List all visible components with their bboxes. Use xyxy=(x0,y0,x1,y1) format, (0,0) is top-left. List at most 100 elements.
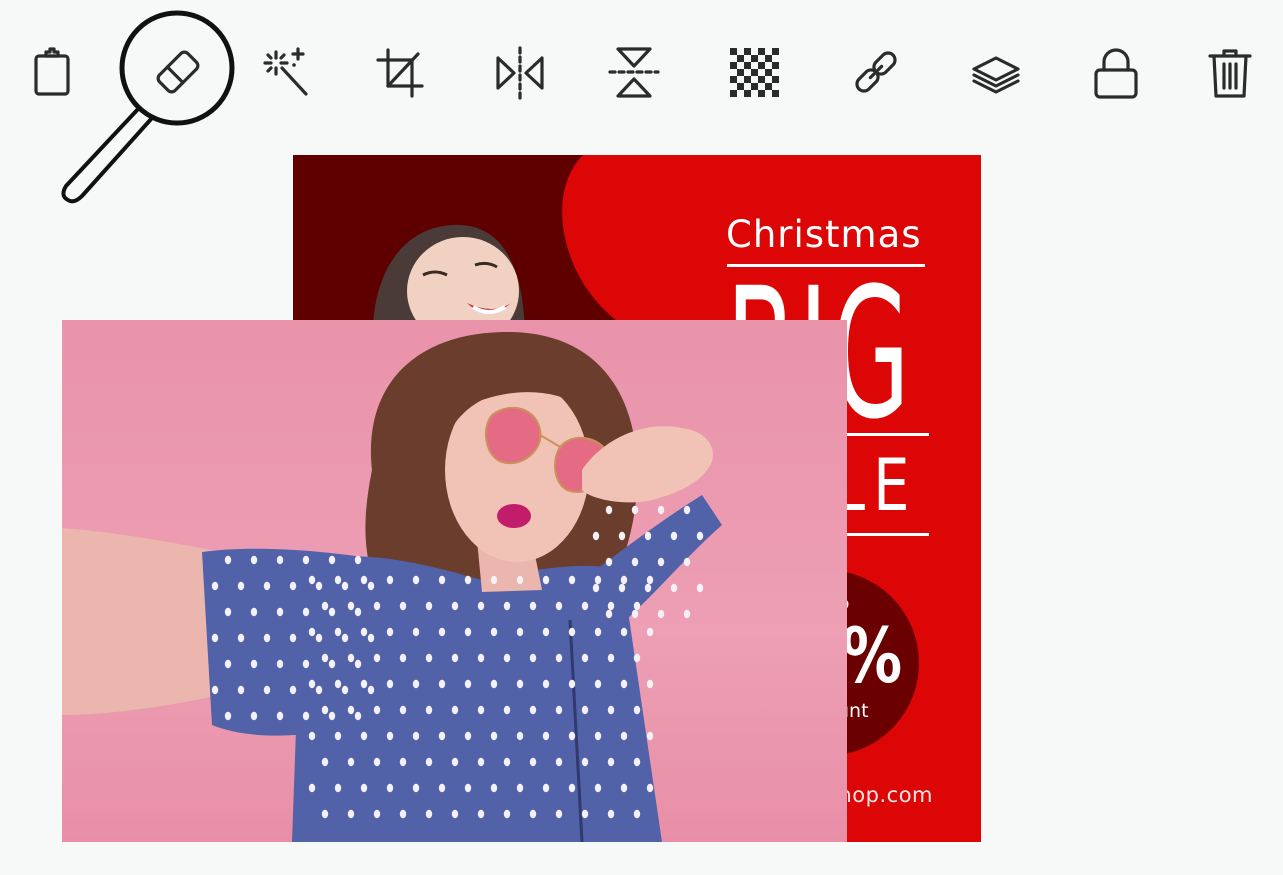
trash-icon xyxy=(1208,49,1252,98)
shirt-dot xyxy=(438,783,446,793)
shirt-dot xyxy=(490,679,498,689)
magic-wand-icon xyxy=(263,47,308,96)
shirt-dot xyxy=(451,601,459,611)
shirt-dot xyxy=(607,757,615,767)
flip-horizontal-button[interactable] xyxy=(490,40,550,104)
link-icon xyxy=(855,51,897,93)
shirt-dot xyxy=(464,627,472,637)
shirt-dot xyxy=(646,627,654,637)
shirt-dot xyxy=(683,505,691,515)
shirt-dot xyxy=(477,653,485,663)
toolbar xyxy=(0,0,1283,140)
crop-button[interactable] xyxy=(370,40,430,104)
eraser-icon xyxy=(156,50,200,94)
shirt-dot xyxy=(263,581,271,591)
paste-button[interactable] xyxy=(22,40,82,104)
shirt-dot xyxy=(633,653,641,663)
flip-vertical-button[interactable] xyxy=(604,40,664,104)
shirt-dot xyxy=(237,633,245,643)
shirt-dot xyxy=(696,583,704,593)
shirt-dot xyxy=(328,555,336,565)
shirt-dot xyxy=(516,783,524,793)
shirt-dot xyxy=(276,711,284,721)
shirt-dot xyxy=(341,581,349,591)
shirt-dot xyxy=(620,575,628,585)
selfie-photo[interactable] xyxy=(62,320,847,842)
shirt-dot xyxy=(399,653,407,663)
shirt-dot xyxy=(620,627,628,637)
shirt-dot xyxy=(646,575,654,585)
shirt-dot xyxy=(607,809,615,819)
shirt-dot xyxy=(542,783,550,793)
shirt-dot xyxy=(354,659,362,669)
shirt-dot xyxy=(451,705,459,715)
shirt-dot xyxy=(308,679,316,689)
shirt-dot xyxy=(224,711,232,721)
shirt-dot xyxy=(477,757,485,767)
delete-button[interactable] xyxy=(1200,40,1260,104)
shirt-dot xyxy=(490,627,498,637)
shirt-dot xyxy=(386,679,394,689)
shirt-dot xyxy=(542,679,550,689)
shirt-dot xyxy=(321,757,329,767)
shirt-dot xyxy=(321,601,329,611)
shirt-dot xyxy=(308,783,316,793)
shirt-dot xyxy=(354,555,362,565)
flip-horizontal-icon xyxy=(496,46,544,100)
shirt-dot xyxy=(516,575,524,585)
shirt-dot xyxy=(451,653,459,663)
shirt-dot xyxy=(321,653,329,663)
shirt-dot xyxy=(633,809,641,819)
magic-wand-button[interactable] xyxy=(258,40,318,104)
shirt-dot xyxy=(542,575,550,585)
shirt-dot xyxy=(451,757,459,767)
transparency-button[interactable] xyxy=(724,40,784,104)
shirt-dot xyxy=(373,653,381,663)
shirt-dot xyxy=(464,783,472,793)
shirt-dot xyxy=(568,575,576,585)
shirt-dot xyxy=(347,601,355,611)
lock-icon xyxy=(1094,48,1138,99)
shirt-dot xyxy=(594,679,602,689)
eraser-button[interactable] xyxy=(148,40,208,104)
shirt-dot xyxy=(354,607,362,617)
shirt-dot xyxy=(367,581,375,591)
shirt-dot xyxy=(399,601,407,611)
shirt-dot xyxy=(308,627,316,637)
shirt-dot xyxy=(620,731,628,741)
shirt-dot xyxy=(399,705,407,715)
link-button[interactable] xyxy=(846,40,906,104)
shirt-dot xyxy=(412,575,420,585)
shirt-dot xyxy=(328,711,336,721)
shirt-dot xyxy=(529,601,537,611)
shirt-dot xyxy=(367,633,375,643)
shirt-dot xyxy=(607,705,615,715)
shirt-dot xyxy=(555,757,563,767)
shirt-dot xyxy=(334,731,342,741)
shirt-dot xyxy=(438,679,446,689)
shirt-dot xyxy=(490,575,498,585)
shirt-dot xyxy=(581,705,589,715)
shirt-dot xyxy=(308,731,316,741)
shirt-dot xyxy=(464,679,472,689)
shirt-dot xyxy=(289,581,297,591)
shirt-dot xyxy=(594,731,602,741)
shirt-dot xyxy=(328,607,336,617)
shirt-dot xyxy=(633,601,641,611)
shirt-dot xyxy=(568,679,576,689)
shirt-dot xyxy=(657,557,665,567)
shirt-dot xyxy=(412,627,420,637)
shirt-dot xyxy=(670,583,678,593)
shirt-dot xyxy=(620,679,628,689)
lock-button[interactable] xyxy=(1086,40,1146,104)
shirt-dot xyxy=(386,575,394,585)
shirt-dot xyxy=(360,627,368,637)
shirt-dot xyxy=(373,705,381,715)
shirt-dot xyxy=(555,705,563,715)
shirt-dot xyxy=(276,607,284,617)
shirt-dot xyxy=(360,731,368,741)
shirt-dot xyxy=(386,783,394,793)
shirt-dot xyxy=(263,685,271,695)
layers-button[interactable] xyxy=(966,40,1026,104)
shirt-dot xyxy=(412,783,420,793)
